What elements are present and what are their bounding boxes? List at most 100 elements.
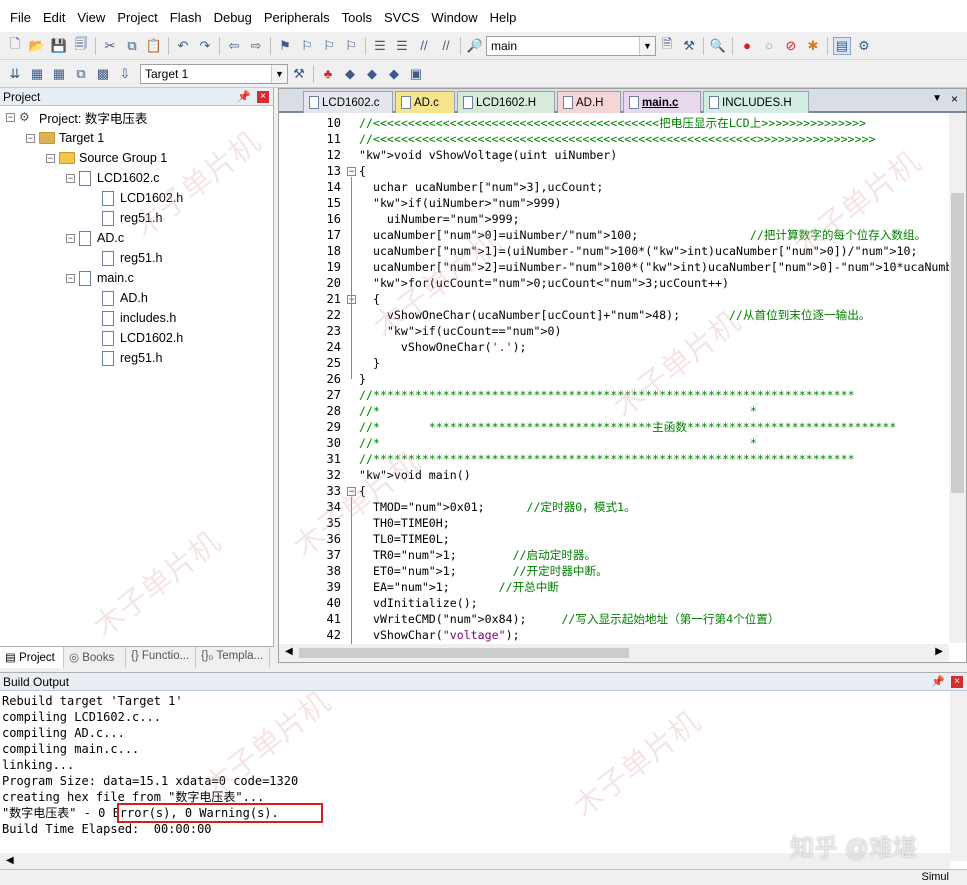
tree-item-file[interactable]: reg51.h — [102, 248, 162, 268]
vertical-scrollbar[interactable] — [950, 691, 967, 861]
bookmark-next-icon[interactable]: ⚐ — [320, 37, 338, 55]
manage-rte-icon[interactable]: ◆ — [363, 65, 381, 83]
tab-ad-h[interactable]: AD.H — [557, 91, 621, 113]
pack-installer-icon[interactable]: ◆ — [385, 65, 403, 83]
scroll-left-icon[interactable]: ◀ — [6, 855, 14, 866]
tree-item-file[interactable]: reg51.h — [102, 208, 162, 228]
translate-icon[interactable]: ⇊ — [6, 65, 24, 83]
vertical-scrollbar[interactable] — [949, 113, 966, 643]
tab-books[interactable]: ◎ Books — [64, 647, 126, 668]
menu-edit[interactable]: Edit — [37, 10, 71, 25]
build-icon[interactable]: ▦ — [28, 65, 46, 83]
menu-help[interactable]: Help — [484, 10, 523, 25]
close-icon[interactable]: × — [257, 91, 269, 103]
debug-session-icon[interactable]: 🔍 — [709, 37, 727, 55]
tree-item-file[interactable]: includes.h — [102, 308, 176, 328]
menu-project[interactable]: Project — [111, 10, 163, 25]
comment-icon[interactable]: // — [415, 37, 433, 55]
nav-back-icon[interactable]: ⇦ — [225, 37, 243, 55]
scroll-left-icon[interactable]: ◀ — [285, 646, 293, 657]
stop-build-icon[interactable]: ▩ — [94, 65, 112, 83]
find-in-files-icon[interactable]: 🔎 — [466, 37, 484, 55]
redo-icon[interactable]: ↷ — [196, 37, 214, 55]
save-all-icon[interactable]: 🗐 — [72, 36, 90, 55]
scroll-thumb[interactable] — [951, 193, 964, 493]
batch-build-icon[interactable]: ⧉ — [72, 65, 90, 83]
tree-item-file[interactable]: − LCD1602.c — [66, 168, 160, 188]
download-icon[interactable]: ⇩ — [116, 65, 134, 83]
find-combo[interactable]: main ▼ — [486, 35, 656, 56]
uncomment-icon[interactable]: // — [437, 37, 455, 55]
tree-item-file[interactable]: − AD.c — [66, 228, 124, 248]
multi-project-icon[interactable]: ▣ — [407, 65, 425, 83]
copy-icon[interactable]: ⧉ — [123, 37, 141, 55]
close-icon[interactable]: × — [951, 676, 963, 688]
collapse-icon[interactable]: − — [46, 153, 55, 163]
bookmark-clear-icon[interactable]: ⚐ — [342, 37, 360, 55]
menu-view[interactable]: View — [71, 10, 111, 25]
tree-item-project[interactable]: − ⚙ Project: 数字电压表 — [6, 107, 147, 127]
chevron-down-icon[interactable]: ▼ — [639, 36, 655, 55]
tree-item-file[interactable]: LCD1602.h — [102, 328, 183, 348]
find-icon[interactable]: 🗎 — [658, 36, 676, 55]
pin-icon[interactable]: 📌 — [931, 675, 945, 688]
bookmark-icon[interactable]: ⚑ — [276, 37, 294, 55]
cut-icon[interactable]: ✂ — [101, 37, 119, 55]
tab-lcd1602-h[interactable]: LCD1602.H — [457, 91, 555, 113]
fold-toggle-icon[interactable]: − — [347, 487, 356, 496]
tab-ad-c[interactable]: AD.c — [395, 91, 455, 113]
target-combo[interactable]: Target 1 ▼ — [140, 63, 288, 84]
breakpoint-disable-icon[interactable]: ○ — [760, 37, 778, 55]
collapse-icon[interactable]: − — [26, 133, 35, 143]
menu-debug[interactable]: Debug — [208, 10, 258, 25]
tree-item-file[interactable]: reg51.h — [102, 348, 162, 368]
bookmark-prev-icon[interactable]: ⚐ — [298, 37, 316, 55]
save-icon[interactable]: 💾 — [50, 37, 68, 55]
tree-item-file[interactable]: AD.h — [102, 288, 148, 308]
tab-main-c[interactable]: main.c — [623, 91, 701, 113]
tab-includes-h[interactable]: INCLUDES.H — [703, 91, 809, 113]
select-packs-icon[interactable]: ◆ — [341, 65, 359, 83]
horizontal-scrollbar[interactable]: ◀ ▶ — [279, 644, 949, 662]
tab-templates[interactable]: {}₀ Templa... — [196, 647, 270, 668]
menu-peripherals[interactable]: Peripherals — [258, 10, 336, 25]
breakpoint-kill-icon[interactable]: ⊘ — [782, 37, 800, 55]
tab-list-icon[interactable]: ▼ — [932, 93, 942, 104]
new-file-icon[interactable]: 🗋 — [6, 36, 24, 55]
paste-icon[interactable]: 📋 — [145, 37, 163, 55]
close-icon[interactable]: × — [951, 92, 958, 106]
manage-components-icon[interactable]: ♣ — [319, 65, 337, 83]
unindent-icon[interactable]: ☰ — [393, 37, 411, 55]
chevron-down-icon[interactable]: ▼ — [271, 64, 287, 83]
undo-icon[interactable]: ↶ — [174, 37, 192, 55]
tree-item-target[interactable]: − Target 1 — [26, 128, 104, 148]
menu-window[interactable]: Window — [425, 10, 483, 25]
window-layout-icon[interactable]: ▤ — [833, 36, 851, 55]
tab-functions[interactable]: {} Functio... — [126, 647, 196, 668]
scroll-thumb[interactable] — [299, 648, 629, 658]
tab-project[interactable]: ▤ Project — [0, 647, 64, 668]
target-options-icon[interactable]: ⚒ — [290, 65, 308, 83]
breakpoint-settings-icon[interactable]: ✱ — [804, 37, 822, 55]
scroll-right-icon[interactable]: ▶ — [935, 646, 943, 657]
menu-tools[interactable]: Tools — [336, 10, 378, 25]
collapse-icon[interactable]: − — [6, 112, 15, 122]
pin-icon[interactable]: 📌 — [237, 90, 251, 103]
indent-icon[interactable]: ☰ — [371, 37, 389, 55]
collapse-icon[interactable]: − — [66, 273, 75, 283]
code-area[interactable]: //<<<<<<<<<<<<<<<<<<<<<<<<<<<<<<<<<<<<<<… — [359, 113, 949, 643]
nav-forward-icon[interactable]: ⇨ — [247, 37, 265, 55]
fold-toggle-icon[interactable]: − — [347, 167, 356, 176]
configure-icon[interactable]: ⚙ — [855, 37, 873, 55]
tree-item-file[interactable]: − main.c — [66, 268, 134, 288]
tab-lcd1602-c[interactable]: LCD1602.c — [303, 91, 393, 113]
open-folder-icon[interactable]: 📂 — [28, 37, 46, 55]
menu-flash[interactable]: Flash — [164, 10, 208, 25]
incremental-find-icon[interactable]: ⚒ — [680, 37, 698, 55]
collapse-icon[interactable]: − — [66, 173, 75, 183]
tree-item-group[interactable]: − Source Group 1 — [46, 148, 167, 168]
menu-svcs[interactable]: SVCS — [378, 10, 425, 25]
menu-file[interactable]: File — [4, 10, 37, 25]
rebuild-icon[interactable]: ▦ — [50, 65, 68, 83]
breakpoint-icon[interactable]: ● — [738, 37, 756, 55]
